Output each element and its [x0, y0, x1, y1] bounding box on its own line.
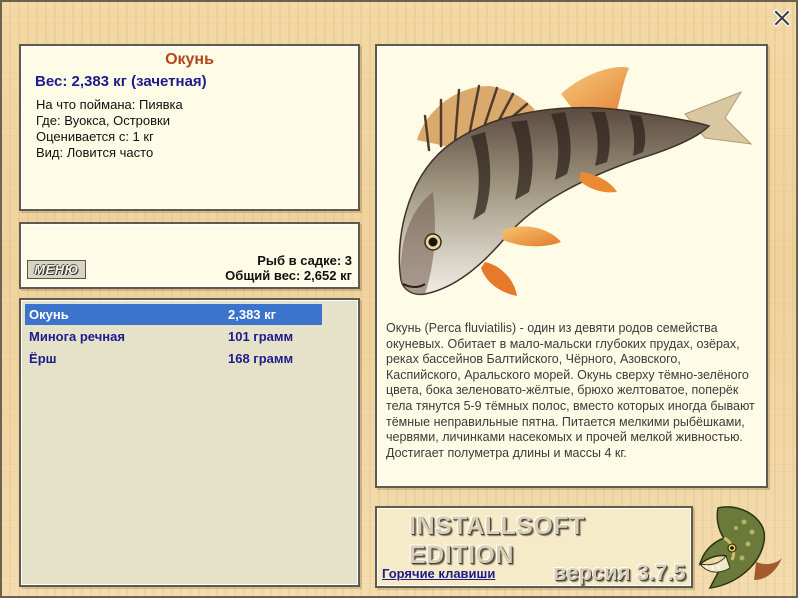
stats-panel: МЕНЮ Рыб в садке: 3 Общий вес: 2,652 кг — [19, 222, 360, 289]
pike-logo-icon — [698, 506, 782, 589]
close-icon[interactable] — [772, 8, 792, 28]
fish-description: Окунь (Perca fluviatilis) - один из девя… — [386, 321, 755, 460]
catch-name: Окунь — [29, 307, 69, 322]
fish-name: Окунь — [165, 51, 214, 68]
perch-fish-image — [398, 67, 753, 296]
fish-info-panel: Окунь Вес: 2,383 кг (зачетная) На что по… — [19, 44, 360, 211]
fish-description-panel: Окунь (Perca fluviatilis) - один из девя… — [375, 44, 768, 488]
total-weight: Общий вес: 2,652 кг — [225, 268, 352, 283]
catch-list: Окунь 2,383 кг Минога речная 101 грамм Ё… — [19, 298, 360, 587]
list-item[interactable]: Окунь 2,383 кг — [25, 304, 322, 325]
catch-weight: 168 грамм — [228, 351, 294, 366]
fish-weight: Вес: 2,383 кг (зачетная) — [35, 73, 207, 90]
catch-weight: 101 грамм — [228, 329, 294, 344]
catch-name: Ёрш — [29, 351, 57, 366]
location-detail: Где: Вуокса, Островки — [36, 113, 170, 128]
catch-name: Минога речная — [29, 329, 125, 344]
edition-panel: INSTALLSOFT EDITION версия 3.7.5 Горячие… — [375, 506, 693, 588]
catch-weight: 2,383 кг — [228, 307, 277, 322]
list-item[interactable]: Ёрш 168 грамм — [25, 348, 322, 369]
frequency-detail: Вид: Ловится часто — [36, 145, 154, 160]
menu-button[interactable]: МЕНЮ — [27, 260, 86, 279]
fish-count: Рыб в садке: 3 — [257, 253, 352, 268]
version-label: версия 3.7.5 — [553, 560, 686, 585]
hotkeys-link[interactable]: Горячие клавиши — [382, 566, 495, 581]
list-item[interactable]: Минога речная 101 грамм — [25, 326, 322, 347]
bait-detail: На что поймана: Пиявка — [36, 97, 183, 112]
min-weight-detail: Оценивается с: 1 кг — [36, 129, 154, 144]
